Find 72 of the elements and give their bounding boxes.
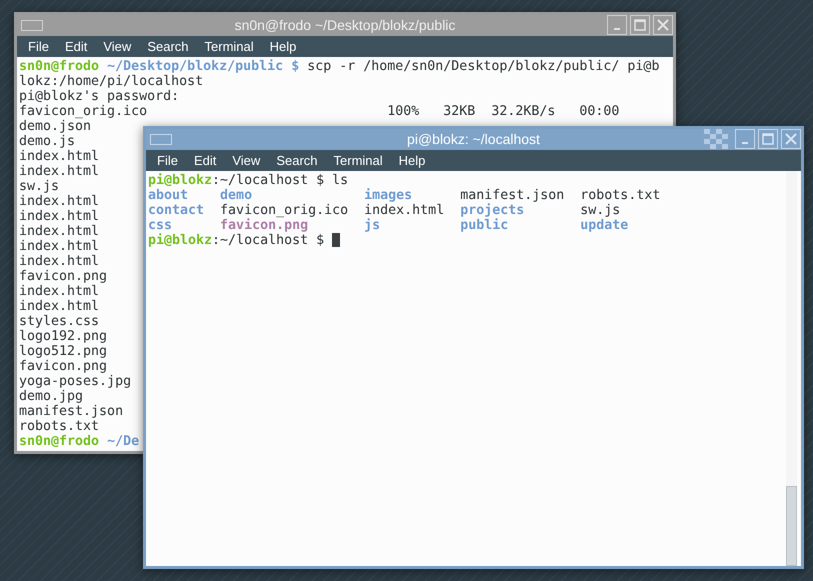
minimize-icon[interactable]: [607, 15, 627, 35]
output-text: sw.js: [19, 179, 60, 194]
directory-name: update: [580, 218, 628, 233]
checker-pattern-icon: [704, 129, 728, 149]
directory-name: images: [364, 188, 412, 203]
output-text: favicon_orig.ico 100% 32KB 32.2KB/s 00:00: [19, 104, 620, 119]
directory-name: public: [460, 218, 508, 233]
close-icon[interactable]: [653, 15, 673, 35]
minimize-icon[interactable]: [735, 129, 755, 149]
output-text: scp -r /home/sn0n/Desktop/blokz/public/ pi@b: [306, 59, 660, 74]
window-menu-icon[interactable]: [21, 20, 43, 31]
output-text: manifest.json: [19, 404, 124, 419]
directory-name: projects: [460, 203, 524, 218]
prompt-path-text: ~/Desktop/blokz/public $: [106, 59, 300, 74]
window-menu-icon[interactable]: [150, 134, 172, 145]
menu-item[interactable]: Edit: [186, 150, 224, 170]
output-text: logo512.png: [19, 344, 108, 359]
menu-item[interactable]: View: [95, 36, 140, 56]
output-text: pi@blokz's password:: [19, 89, 180, 104]
output-text: index.html: [19, 224, 100, 239]
menu-item[interactable]: File: [149, 150, 186, 170]
output-text: :~/localhost $ ls: [212, 173, 348, 188]
menu-item[interactable]: Help: [390, 150, 434, 170]
prompt-user-text: sn0n@frodo: [19, 59, 100, 74]
scrollbar-thumb[interactable]: [786, 486, 797, 566]
output-text: robots.txt: [580, 188, 660, 203]
menu-item[interactable]: Search: [268, 150, 326, 170]
close-icon[interactable]: [781, 129, 801, 149]
output-text: index.html: [19, 299, 100, 314]
output-text: demo.json: [19, 119, 92, 134]
window-title: sn0n@frodo ~/Desktop/blokz/public: [234, 16, 456, 35]
output-text: yoga-poses.jpg: [19, 374, 132, 389]
output-text: styles.css: [19, 314, 100, 329]
output-text: index.html: [364, 203, 444, 218]
prompt-user-text: sn0n@frodo: [19, 434, 100, 449]
output-text: manifest.json: [460, 188, 564, 203]
output-text: favicon_orig.ico: [220, 203, 348, 218]
menu-item[interactable]: Search: [139, 36, 197, 56]
output-text: sw.js: [580, 203, 620, 218]
output-text: index.html: [19, 209, 100, 224]
menu-item[interactable]: Terminal: [326, 150, 391, 170]
output-text: logo192.png: [19, 329, 108, 344]
output-text: demo.jpg: [19, 389, 84, 404]
output-text: lokz:/home/pi/localhost: [19, 74, 204, 89]
output-text: index.html: [19, 239, 100, 254]
menu-item[interactable]: Edit: [56, 36, 96, 56]
output-text: :~/localhost $: [212, 233, 326, 248]
maximize-icon[interactable]: [758, 129, 778, 149]
directory-name: demo: [220, 188, 252, 203]
output-text: favicon.png: [19, 269, 108, 284]
image-file-name: favicon.png: [220, 218, 308, 233]
directory-name: css: [148, 218, 172, 233]
output-text: favicon.png: [19, 359, 108, 374]
directory-name: about: [148, 188, 188, 203]
output-text: robots.txt: [19, 419, 100, 434]
prompt-path-text: ~/De: [106, 434, 140, 449]
output-text: index.html: [19, 149, 100, 164]
output-text: demo.js: [19, 134, 76, 149]
menu-item[interactable]: Terminal: [196, 36, 262, 56]
prompt-user-text: pi@blokz: [148, 233, 212, 248]
output-text: index.html: [19, 164, 100, 179]
output-text: index.html: [19, 284, 100, 299]
menu-item[interactable]: File: [20, 36, 57, 56]
directory-name: js: [364, 218, 380, 233]
output-text: index.html: [19, 254, 100, 269]
directory-name: contact: [148, 203, 204, 218]
prompt-user-text: pi@blokz: [148, 173, 212, 188]
menu-item[interactable]: View: [224, 150, 268, 170]
output-text: index.html: [19, 194, 100, 209]
menu-item[interactable]: Help: [262, 36, 304, 56]
window-title: pi@blokz: ~/localhost: [407, 130, 540, 149]
maximize-icon[interactable]: [630, 15, 650, 35]
